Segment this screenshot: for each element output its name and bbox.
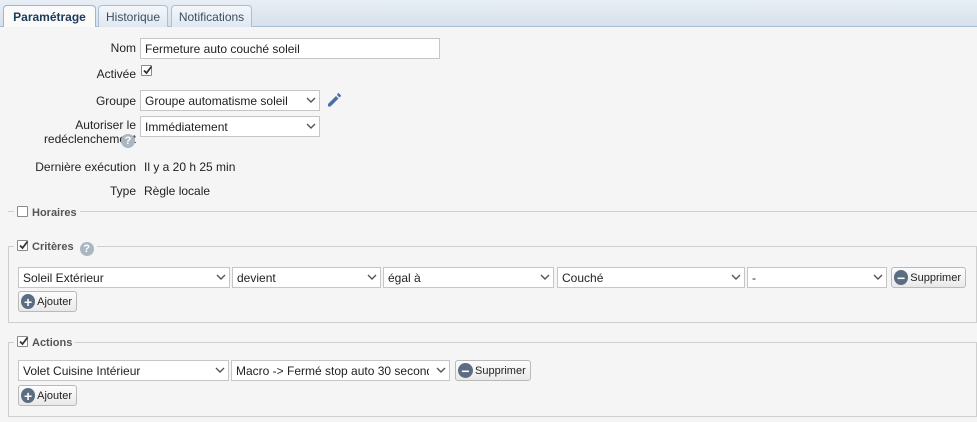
tab-parametrage[interactable]: Paramétrage: [3, 5, 96, 28]
critere-event-select[interactable]: devient: [232, 267, 381, 288]
chevron-down-icon: [870, 268, 886, 287]
help-icon[interactable]: ?: [121, 134, 135, 148]
nom-label: Nom: [110, 41, 136, 55]
criteres-checkbox[interactable]: [17, 240, 29, 251]
horaires-legend: Horaires: [14, 205, 80, 219]
chevron-down-icon: [433, 361, 449, 380]
horaires-legend-text: Horaires: [32, 207, 77, 219]
chevron-down-icon: [728, 268, 744, 287]
autoriser-label-line1: Autoriser le: [75, 118, 136, 132]
critere-value-value: Couché: [562, 271, 604, 285]
chevron-down-icon: [537, 268, 553, 287]
type-label: Type: [109, 184, 136, 198]
checkmark-icon: [143, 65, 153, 75]
autoriser-select[interactable]: Immédiatement: [140, 116, 320, 137]
action-macro-select[interactable]: Macro -> Fermé stop auto 30 secondes: [231, 360, 450, 381]
activee-label: Activée: [96, 67, 136, 81]
groupe-select[interactable]: Groupe automatisme soleil: [140, 90, 320, 111]
autoriser-select-value: Immédiatement: [145, 120, 228, 134]
actions-divider: [8, 342, 977, 343]
critere-extra-select[interactable]: -: [747, 267, 887, 288]
criteres-legend: Critères ?: [14, 239, 97, 256]
plus-circle-icon: +: [21, 294, 36, 309]
horaires-checkbox[interactable]: [17, 206, 28, 217]
actions-checkbox[interactable]: [17, 336, 29, 347]
groupe-label: Groupe: [95, 94, 136, 108]
action-add-label: Ajouter: [37, 389, 72, 402]
checkmark-icon: [19, 240, 29, 250]
type-value: Règle locale: [144, 184, 211, 198]
critere-value-select[interactable]: Couché: [557, 267, 745, 288]
horaires-divider: [8, 211, 977, 212]
action-macro-value: Macro -> Fermé stop auto 30 secondes: [236, 364, 429, 378]
tab-notifications[interactable]: Notifications: [171, 5, 252, 27]
action-device-select[interactable]: Volet Cuisine Intérieur: [18, 360, 229, 381]
chevron-down-icon: [303, 91, 319, 110]
critere-operator-select[interactable]: égal à: [383, 267, 554, 288]
checkmark-icon: [19, 336, 29, 346]
critere-add-button[interactable]: + Ajouter: [18, 291, 77, 312]
nom-input[interactable]: [140, 38, 440, 59]
critere-add-label: Ajouter: [37, 295, 72, 308]
actions-legend: Actions: [14, 335, 76, 349]
action-delete-button[interactable]: − Supprimer: [455, 360, 531, 381]
action-delete-label: Supprimer: [475, 364, 526, 377]
minus-circle-icon: −: [894, 270, 909, 285]
edit-pencil-icon[interactable]: [325, 91, 343, 109]
plus-circle-icon: +: [21, 388, 36, 403]
groupe-select-value: Groupe automatisme soleil: [145, 94, 288, 108]
chevron-down-icon: [364, 268, 380, 287]
chevron-down-icon: [212, 361, 228, 380]
critere-device-select[interactable]: Soleil Extérieur: [18, 267, 230, 288]
critere-delete-label: Supprimer: [910, 271, 961, 284]
critere-delete-button[interactable]: − Supprimer: [891, 267, 966, 288]
derniere-execution-value: Il y a 20 h 25 min: [144, 160, 236, 174]
criteres-legend-text: Critères: [32, 241, 74, 253]
activee-checkbox[interactable]: [141, 65, 153, 76]
critere-event-value: devient: [237, 271, 276, 285]
action-add-button[interactable]: + Ajouter: [18, 385, 77, 406]
critere-device-value: Soleil Extérieur: [23, 271, 104, 285]
settings-panel: Nom Activée Groupe Groupe automatisme so…: [0, 27, 977, 422]
tab-bar: Paramétrage Historique Notifications: [0, 0, 977, 28]
chevron-down-icon: [213, 268, 229, 287]
tab-historique[interactable]: Historique: [98, 5, 168, 27]
help-icon[interactable]: ?: [79, 242, 94, 256]
criteres-divider: [8, 246, 977, 247]
critere-operator-value: égal à: [388, 271, 421, 285]
chevron-down-icon: [303, 117, 319, 136]
actions-legend-text: Actions: [32, 337, 73, 349]
derniere-execution-label: Dernière exécution: [35, 160, 136, 174]
minus-circle-icon: −: [458, 363, 473, 378]
autoriser-label: Autoriser le redéclenchement: [10, 118, 136, 146]
action-device-value: Volet Cuisine Intérieur: [23, 364, 141, 378]
critere-extra-value: -: [752, 271, 756, 285]
